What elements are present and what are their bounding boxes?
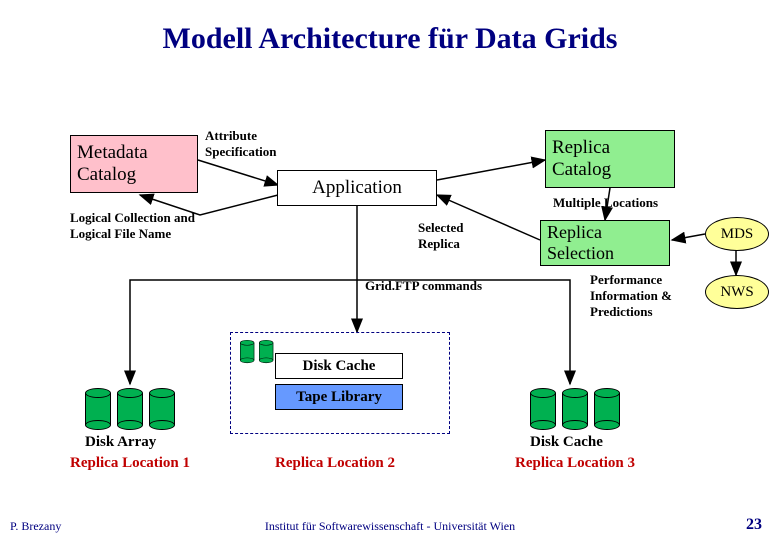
disk-cache-label: Disk Cache bbox=[530, 434, 603, 451]
metadata-catalog-box: Metadata Catalog bbox=[70, 135, 198, 193]
perf-info-label: Performance Information & Predictions bbox=[590, 272, 672, 320]
replica-selection-box: Replica Selection bbox=[540, 220, 670, 266]
disk-cache-cylinders-2 bbox=[530, 388, 620, 430]
replica-location-1-label: Replica Location 1 bbox=[70, 455, 190, 472]
multiple-locations-label: Multiple Locations bbox=[553, 195, 658, 211]
page-number: 23 bbox=[746, 516, 762, 534]
logical-collection-label: Logical Collection and Logical File Name bbox=[70, 210, 195, 242]
diagram-canvas: Metadata Catalog Replica Catalog Replica… bbox=[0, 0, 780, 540]
replica-location-2-label: Replica Location 2 bbox=[275, 455, 395, 472]
disk-cache-box: Disk Cache bbox=[275, 353, 403, 379]
selected-replica-label: Selected Replica bbox=[418, 220, 463, 252]
nws-oval: NWS bbox=[705, 275, 769, 309]
footer-institute: Institut für Softwarewissenschaft - Univ… bbox=[0, 519, 780, 534]
disk-array-cylinders bbox=[85, 388, 175, 430]
disk-array-label: Disk Array bbox=[85, 434, 156, 451]
application-box: Application bbox=[277, 170, 437, 206]
mds-oval: MDS bbox=[705, 217, 769, 251]
replica-catalog-box: Replica Catalog bbox=[545, 130, 675, 188]
tape-library-box: Tape Library bbox=[275, 384, 403, 410]
attribute-spec-label: Attribute Specification bbox=[205, 128, 277, 160]
gridftp-label: Grid.FTP commands bbox=[365, 278, 482, 294]
replica-location-3-label: Replica Location 3 bbox=[515, 455, 635, 472]
